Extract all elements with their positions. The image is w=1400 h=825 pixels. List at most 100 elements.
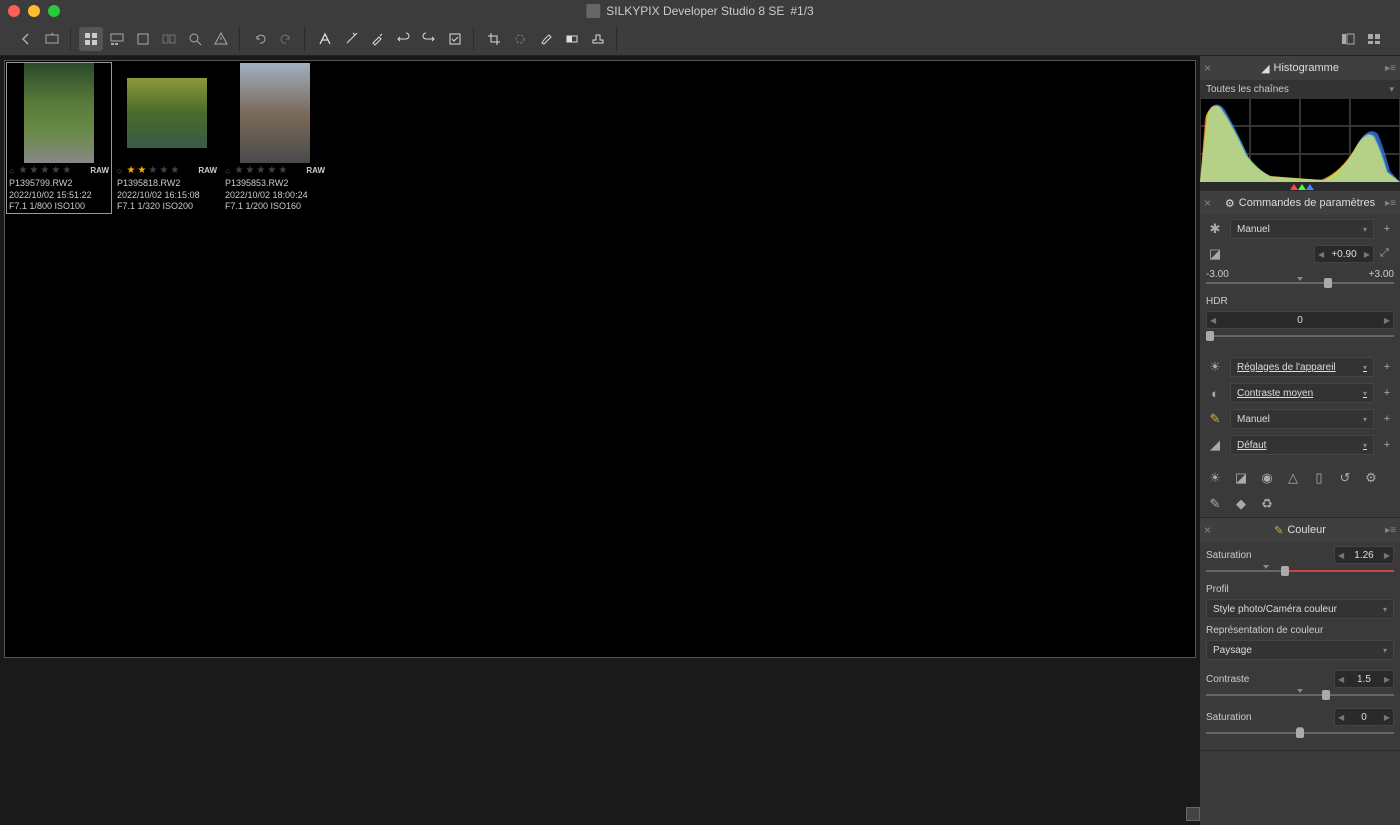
- lens-tab-icon[interactable]: ◉: [1258, 469, 1276, 487]
- single-view-icon[interactable]: [131, 27, 155, 51]
- contrast-slider[interactable]: [1206, 694, 1394, 696]
- expand-icon[interactable]: ⤢: [1380, 247, 1394, 261]
- close-icon[interactable]: ×: [1204, 196, 1211, 210]
- filmstrip-view-icon[interactable]: [105, 27, 129, 51]
- stamp-icon[interactable]: [586, 27, 610, 51]
- close-icon[interactable]: ×: [1204, 523, 1211, 537]
- saturation-value[interactable]: ◀ 1.26 ▶: [1334, 546, 1394, 564]
- cycle-tab-icon[interactable]: ♻: [1258, 495, 1276, 513]
- saturation2-value[interactable]: ◀ 0 ▶: [1334, 708, 1394, 726]
- parameters-header[interactable]: × ⚙ Commandes de paramètres ▸≡: [1200, 191, 1400, 215]
- compare-view-icon[interactable]: [157, 27, 181, 51]
- spot-removal-icon[interactable]: [508, 27, 532, 51]
- exposure-tab-icon[interactable]: ☀: [1206, 469, 1224, 487]
- zoom-icon[interactable]: [183, 27, 207, 51]
- grid-view-icon[interactable]: [79, 27, 103, 51]
- star-icon[interactable]: ★: [137, 165, 146, 176]
- brush-tab-icon[interactable]: ✎: [1206, 495, 1224, 513]
- star-icon[interactable]: ★: [278, 165, 287, 176]
- slider-knob[interactable]: [1324, 278, 1332, 288]
- redo-icon[interactable]: [274, 27, 298, 51]
- decrease-button[interactable]: ◀: [1338, 675, 1344, 684]
- shapes-tab-icon[interactable]: ◆: [1232, 495, 1250, 513]
- star-icon[interactable]: ★: [126, 165, 135, 176]
- increase-button[interactable]: ▶: [1384, 551, 1390, 560]
- curve-tab-icon[interactable]: ◪: [1232, 469, 1250, 487]
- slider-knob[interactable]: [1322, 690, 1330, 700]
- close-window-button[interactable]: [8, 5, 20, 17]
- panel-layout-icon[interactable]: [1336, 27, 1360, 51]
- thumbnail-card[interactable]: ○★★★★★RAWP1395818.RW22022/10/02 16:15:08…: [115, 63, 219, 213]
- channels-selector[interactable]: Toutes les chaînes ▾: [1200, 80, 1400, 98]
- star-icon[interactable]: ★: [245, 165, 254, 176]
- sharpen-tab-icon[interactable]: △: [1284, 469, 1302, 487]
- exposure-slider[interactable]: [1206, 282, 1394, 284]
- add-preset-button[interactable]: +: [1380, 387, 1394, 399]
- rotate-right-icon[interactable]: [417, 27, 441, 51]
- color-header[interactable]: × ✎ Couleur ▸≡: [1200, 518, 1400, 542]
- brush-icon[interactable]: [534, 27, 558, 51]
- increase-button[interactable]: ▶: [1384, 675, 1390, 684]
- star-icon[interactable]: ★: [267, 165, 276, 176]
- panel-menu-icon[interactable]: ▸≡: [1385, 63, 1396, 74]
- undo-icon[interactable]: [248, 27, 272, 51]
- slider-knob[interactable]: [1281, 566, 1289, 576]
- star-icon[interactable]: ★: [29, 165, 38, 176]
- browse-icon[interactable]: [40, 27, 64, 51]
- crop-icon[interactable]: [482, 27, 506, 51]
- histogram-header[interactable]: × ◢ Histogramme ▸≡: [1200, 56, 1400, 80]
- increase-button[interactable]: ▶: [1384, 316, 1390, 325]
- gradient-icon[interactable]: [560, 27, 584, 51]
- histogram-markers[interactable]: [1200, 182, 1400, 190]
- star-icon[interactable]: ★: [234, 165, 243, 176]
- star-icon[interactable]: ★: [40, 165, 49, 176]
- exposure-value[interactable]: ◀ +0.90 ▶: [1314, 245, 1374, 263]
- add-preset-button[interactable]: +: [1380, 223, 1394, 235]
- increase-button[interactable]: ▶: [1384, 713, 1390, 722]
- star-icon[interactable]: ★: [159, 165, 168, 176]
- profile-select[interactable]: Style photo/Caméra couleur▾: [1206, 599, 1394, 619]
- add-preset-button[interactable]: +: [1380, 439, 1394, 451]
- mode-select[interactable]: Manuel▾: [1230, 219, 1374, 239]
- white-balance-select[interactable]: Réglages de l'appareil▾: [1230, 357, 1374, 377]
- checkmark-icon[interactable]: [443, 27, 467, 51]
- contrast-preset-select[interactable]: Contraste moyen▾: [1230, 383, 1374, 403]
- reset-tab-icon[interactable]: ↺: [1336, 469, 1354, 487]
- thumbnail-image[interactable]: [223, 63, 327, 163]
- eyedropper-icon[interactable]: [365, 27, 389, 51]
- thumbnail-image[interactable]: [7, 63, 111, 163]
- star-icon[interactable]: ★: [256, 165, 265, 176]
- close-icon[interactable]: ×: [1204, 61, 1211, 75]
- wand-icon[interactable]: [339, 27, 363, 51]
- panel-menu-icon[interactable]: ▸≡: [1385, 198, 1396, 209]
- crop-tab-icon[interactable]: ▯: [1310, 469, 1328, 487]
- maximize-window-button[interactable]: [48, 5, 60, 17]
- saturation2-slider[interactable]: [1206, 732, 1394, 734]
- star-icon[interactable]: ★: [18, 165, 27, 176]
- panel-menu-icon[interactable]: ▸≡: [1385, 525, 1396, 536]
- add-preset-button[interactable]: +: [1380, 413, 1394, 425]
- red-marker[interactable]: [1290, 184, 1298, 190]
- star-icon[interactable]: ★: [62, 165, 71, 176]
- contrast-value[interactable]: ◀ 1.5 ▶: [1334, 670, 1394, 688]
- settings-tab-icon[interactable]: ⚙: [1362, 469, 1380, 487]
- warning-icon[interactable]: [209, 27, 233, 51]
- slider-knob[interactable]: [1206, 331, 1214, 341]
- thumbnail-card[interactable]: ○★★★★★RAWP1395853.RW22022/10/02 18:00:24…: [223, 63, 327, 213]
- decrease-button[interactable]: ◀: [1318, 250, 1324, 259]
- hdr-slider[interactable]: [1206, 335, 1394, 337]
- thumbnail-card[interactable]: ○★★★★★RAWP1395799.RW22022/10/02 15:51:22…: [7, 63, 111, 213]
- minimize-window-button[interactable]: [28, 5, 40, 17]
- corner-indicator[interactable]: [1186, 807, 1200, 821]
- green-marker[interactable]: [1298, 184, 1306, 190]
- decrease-button[interactable]: ◀: [1338, 713, 1344, 722]
- rotate-left-icon[interactable]: [391, 27, 415, 51]
- star-icon[interactable]: ★: [170, 165, 179, 176]
- sharpness-select[interactable]: Défaut▾: [1230, 435, 1374, 455]
- decrease-button[interactable]: ◀: [1210, 316, 1216, 325]
- saturation-slider[interactable]: [1206, 570, 1394, 572]
- repr-select[interactable]: Paysage▾: [1206, 640, 1394, 660]
- arrow-back-icon[interactable]: [14, 27, 38, 51]
- blue-marker[interactable]: [1306, 184, 1314, 190]
- star-icon[interactable]: ★: [51, 165, 60, 176]
